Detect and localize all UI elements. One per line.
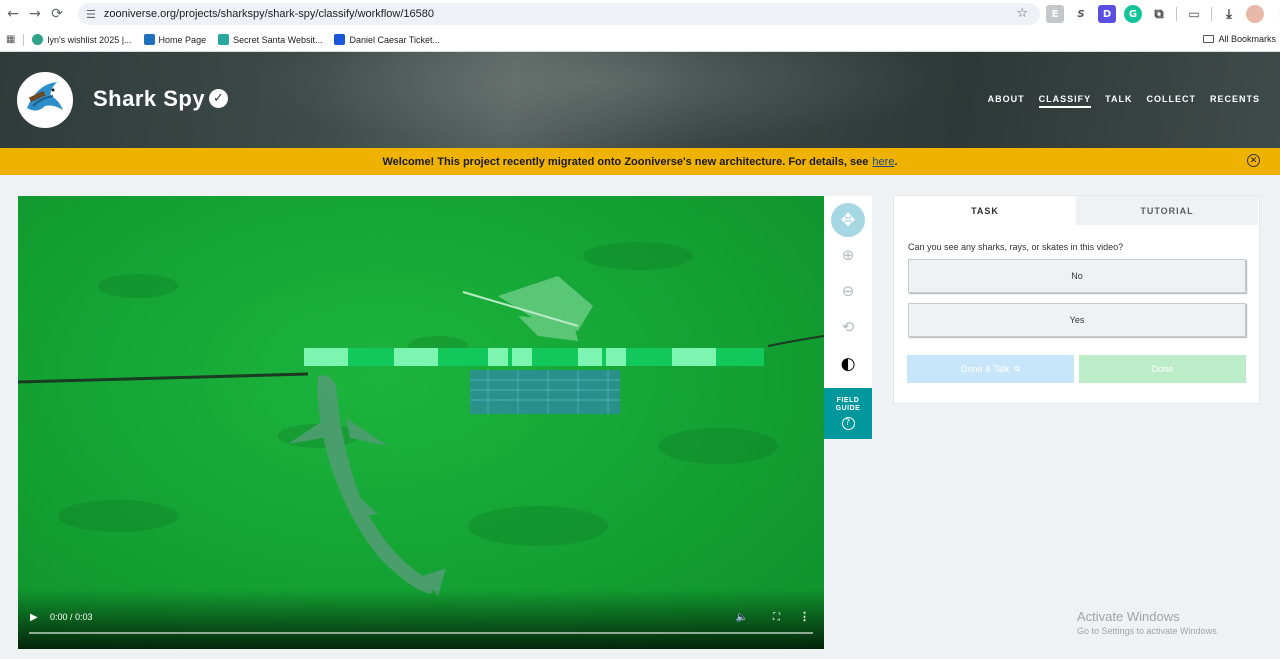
tab-task[interactable]: TASK [894,196,1076,225]
play-icon[interactable]: ▶ [30,612,38,623]
extension-d-icon[interactable]: D [1098,5,1116,23]
project-header: Shark Spy ✓ ABOUT CLASSIFY TALK COLLECT … [0,52,1280,148]
task-panel: TASK TUTORIAL Can you see any sharks, ra… [893,195,1260,404]
close-icon[interactable]: ✕ [1247,154,1260,167]
field-guide-label: FIELD [836,397,860,404]
bookmarks-bar: ▦ lyn's wishlist 2025 |... Home Page Sec… [0,28,1280,52]
zoom-out-icon[interactable]: ⊖ [831,274,865,308]
address-bar[interactable]: ☰ zooniverse.org/projects/sharkspy/shark… [78,3,1040,25]
field-guide-button[interactable]: FIELD GUIDE ? [824,388,872,439]
reload-icon[interactable]: ⟳ [46,3,68,25]
contrast-icon[interactable]: ◐ [831,347,865,381]
nav-about[interactable]: ABOUT [988,94,1025,108]
done-and-talk-button[interactable]: Done & Talk ⧉ [907,355,1074,383]
more-options-icon[interactable]: ⋮ [799,610,810,623]
question-icon: ? [841,417,855,430]
extension-icon[interactable]: E [1046,5,1064,23]
puzzle-icon[interactable]: ⧉ [1150,5,1168,23]
video-controls: ▶ 0:00 / 0:03 🔈 ⛶ ⋮ [18,589,824,649]
video-progress-bar[interactable] [29,632,813,634]
back-icon[interactable]: ← [2,3,24,25]
extension-s-icon[interactable]: S [1072,5,1090,23]
activate-windows-watermark: Activate Windows Go to Settings to activ… [1077,609,1220,636]
fullscreen-icon[interactable]: ⛶ [773,612,780,623]
task-question: Can you see any sharks, rays, or skates … [908,242,1124,252]
image-toolbar: ✥ ⊕ ⊖ ⟲ ◐ [824,196,872,388]
bookmark-2[interactable]: Secret Santa Websit... [218,34,322,45]
browser-toolbar: ← → ⟳ ☰ zooniverse.org/projects/sharkspy… [0,0,1280,28]
zoom-in-icon[interactable]: ⊕ [831,238,865,272]
bookmark-0[interactable]: lyn's wishlist 2025 |... [32,34,132,45]
bookmark-label: Secret Santa Websit... [233,34,323,45]
all-bookmarks[interactable]: All Bookmarks [1203,34,1276,44]
migration-banner: Welcome! This project recently migrated … [0,148,1280,175]
nav-classify[interactable]: CLASSIFY [1038,94,1092,108]
forward-icon[interactable]: → [24,3,46,25]
apps-icon[interactable]: ▦ [6,34,15,45]
ticket-icon [334,34,346,45]
profile-avatar[interactable] [1246,5,1264,23]
bookmark-label: lyn's wishlist 2025 |... [47,34,132,45]
nav-collect[interactable]: COLLECT [1146,94,1196,108]
verified-badge-icon: ✓ [209,89,228,108]
folder-icon [1203,35,1215,43]
banner-text: Welcome! This project recently migrated … [382,155,869,168]
done-button[interactable]: Done [1079,355,1246,383]
bookmark-label: Daniel Caesar Ticket... [349,34,441,45]
project-nav: ABOUT CLASSIFY TALK COLLECT RECENTS [988,94,1260,108]
tab-search-icon[interactable]: ▭ [1185,5,1203,23]
bookmark-1[interactable]: Home Page [143,34,207,45]
project-logo[interactable] [17,72,73,128]
menu-icon[interactable]: ⋮ [1272,5,1280,23]
giftbox-icon [32,34,44,45]
answer-no-button[interactable]: No [908,259,1246,293]
video-frame [18,242,824,596]
extensions-area: E S D G ⧉ ▭ ⤓ ⋮ [1046,5,1280,23]
video-time: 0:00 / 0:03 [50,612,93,622]
field-guide-label: GUIDE [835,405,861,412]
gift-icon [218,34,230,45]
external-link-icon: ⧉ [1014,364,1021,373]
answer-yes-button[interactable]: Yes [908,303,1246,337]
move-icon[interactable]: ✥ [831,203,865,237]
home-icon [143,34,155,45]
banner-end: . [894,155,898,168]
bookmark-3[interactable]: Daniel Caesar Ticket... [334,34,440,45]
rotate-icon[interactable]: ⟲ [831,310,865,344]
subject-video[interactable]: ▶ 0:00 / 0:03 🔈 ⛶ ⋮ [18,196,824,649]
volume-icon[interactable]: 🔈 [736,612,748,623]
grammarly-icon[interactable]: G [1124,5,1142,23]
url-text: zooniverse.org/projects/sharkspy/shark-s… [103,8,435,20]
nav-recents[interactable]: RECENTS [1210,94,1260,108]
tab-tutorial[interactable]: TUTORIAL [1076,196,1258,225]
bookmark-label: Home Page [158,34,207,45]
shark-logo-icon [19,74,71,126]
bookmark-star-icon[interactable]: ☆ [1016,6,1028,21]
download-icon[interactable]: ⤓ [1220,5,1238,23]
site-info-icon[interactable]: ☰ [86,8,96,21]
banner-link[interactable]: here [872,156,894,168]
project-title[interactable]: Shark Spy [93,86,205,112]
task-tabs: TASK TUTORIAL [894,196,1259,225]
nav-talk[interactable]: TALK [1105,94,1132,108]
